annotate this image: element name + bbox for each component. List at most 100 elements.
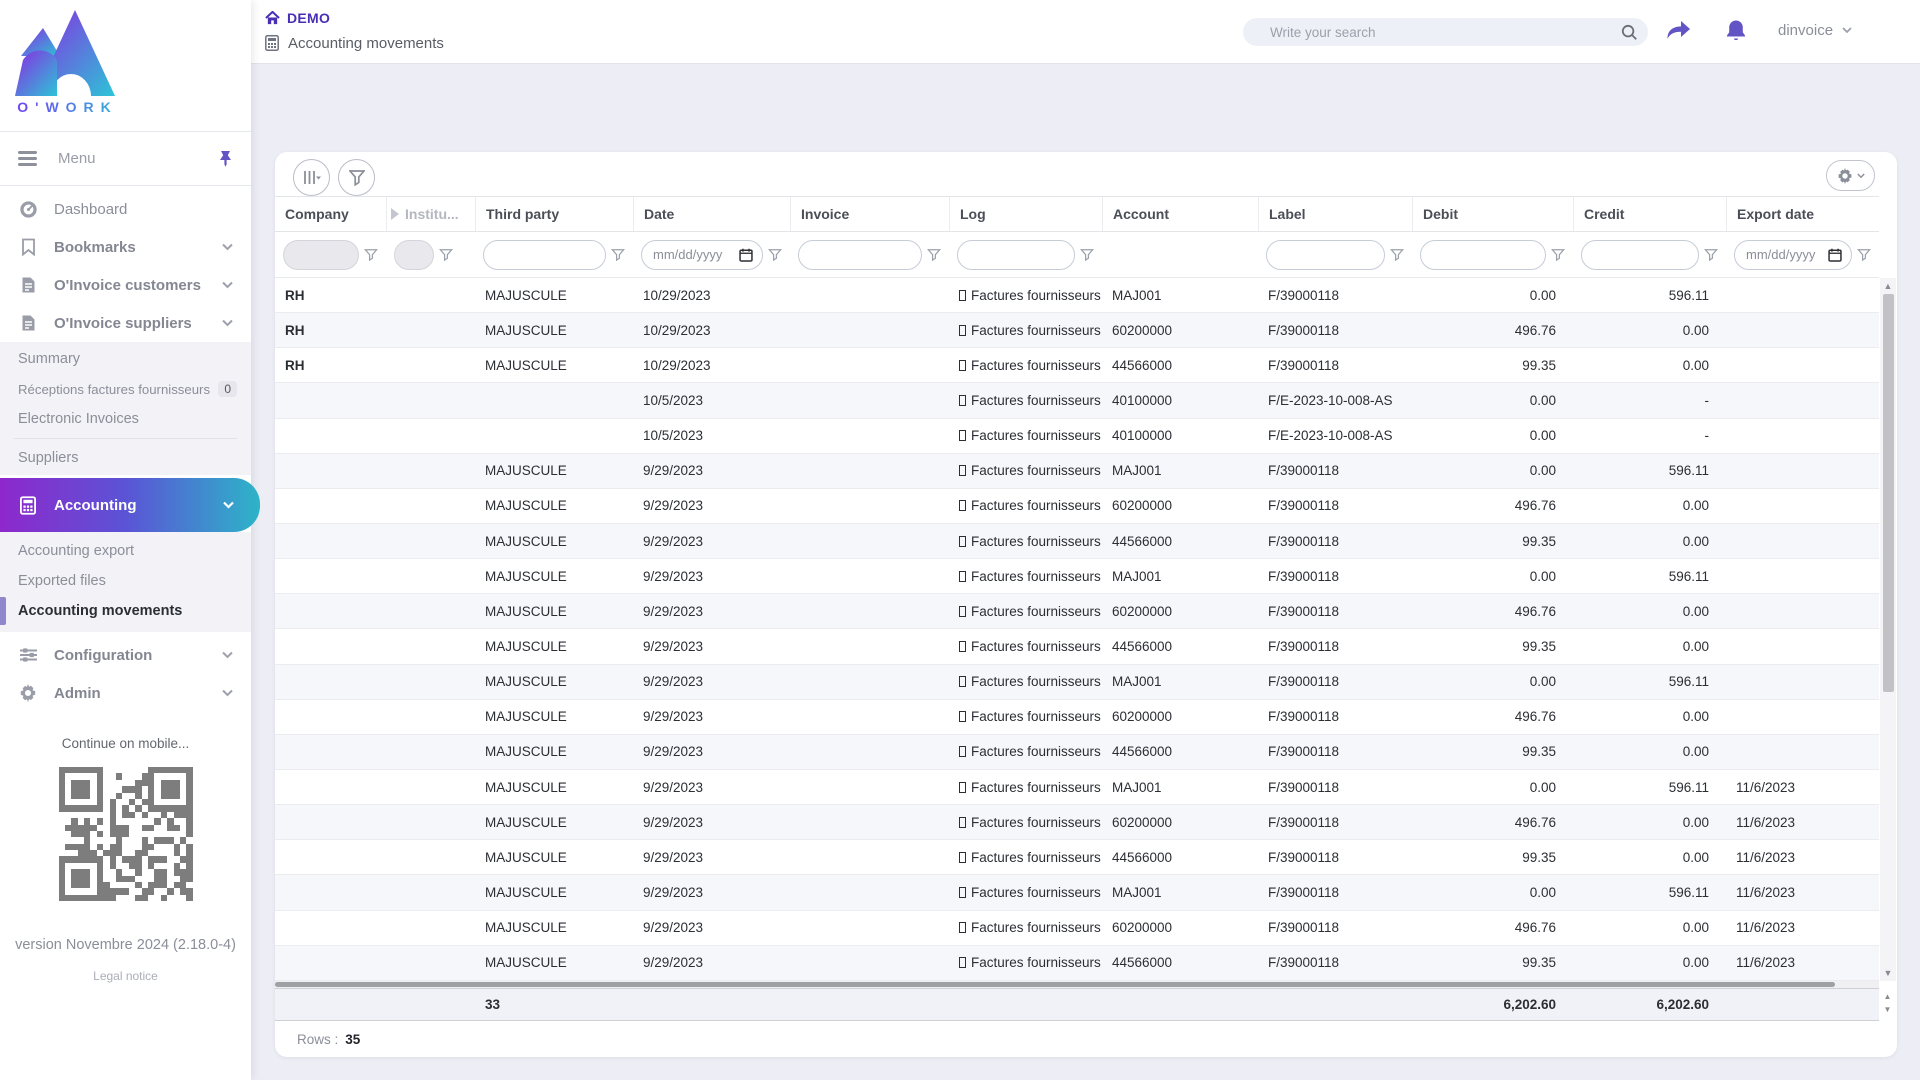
- filter-input-institu: [394, 240, 434, 270]
- missing-glyph-box: [959, 500, 966, 511]
- funnel-filter-icon[interactable]: [364, 248, 380, 262]
- sidebar-item-bookmarks[interactable]: Bookmarks: [0, 228, 251, 266]
- cell-log: Factures fournisseurs: [949, 629, 1102, 663]
- legal-notice-link[interactable]: Legal notice: [0, 969, 251, 983]
- cell-company: RH: [275, 278, 386, 312]
- funnel-filter-icon[interactable]: [611, 248, 627, 262]
- table-row[interactable]: MAJUSCULE9/29/2023Factures fournisseursM…: [275, 770, 1879, 805]
- share-icon[interactable]: [1664, 16, 1694, 46]
- table-row[interactable]: MAJUSCULE9/29/2023Factures fournisseurs6…: [275, 805, 1879, 840]
- vertical-scrollbar[interactable]: ▲ ▼: [1880, 278, 1896, 981]
- table-row[interactable]: MAJUSCULE9/29/2023Factures fournisseursM…: [275, 875, 1879, 910]
- horizontal-scrollbar[interactable]: [275, 981, 1879, 988]
- sidebar-item-admin[interactable]: Admin: [0, 674, 251, 712]
- filter-input-credit[interactable]: [1581, 240, 1699, 270]
- filter-input-log[interactable]: [957, 240, 1075, 270]
- table-row[interactable]: MAJUSCULE9/29/2023Factures fournisseursM…: [275, 559, 1879, 594]
- sidebar-item-oinvoice-customers[interactable]: O'Invoice customers: [0, 266, 251, 304]
- search-icon[interactable]: [1621, 24, 1638, 41]
- table-row[interactable]: MAJUSCULE9/29/2023Factures fournisseurs4…: [275, 946, 1879, 981]
- table-row[interactable]: MAJUSCULE9/29/2023Factures fournisseurs6…: [275, 911, 1879, 946]
- sidebar-item-dashboard[interactable]: Dashboard: [0, 190, 251, 228]
- column-header-date[interactable]: Date: [633, 197, 790, 231]
- funnel-filter-icon[interactable]: [1551, 248, 1567, 262]
- table-row[interactable]: 10/5/2023Factures fournisseurs40100000F/…: [275, 419, 1879, 454]
- page-title: Accounting movements: [288, 35, 444, 52]
- suppliers-submenu: Summary Réceptions factures fournisseurs…: [0, 342, 251, 475]
- sidebar-item-summary[interactable]: Summary: [0, 344, 251, 374]
- sidebar-item-accounting-movements[interactable]: Accounting movements: [0, 596, 251, 626]
- filter-input-label[interactable]: [1266, 240, 1385, 270]
- sidebar-item-exported-files[interactable]: Exported files: [0, 566, 251, 596]
- sidebar-item-receptions[interactable]: Réceptions factures fournisseurs 0: [0, 374, 251, 404]
- sidebar-item-accounting-export[interactable]: Accounting export: [0, 536, 251, 566]
- table-row[interactable]: MAJUSCULE9/29/2023Factures fournisseursM…: [275, 665, 1879, 700]
- cell-date: 9/29/2023: [633, 875, 790, 909]
- funnel-filter-icon[interactable]: [439, 248, 455, 262]
- column-selector-button[interactable]: [293, 159, 330, 196]
- column-header-invoice[interactable]: Invoice: [790, 197, 949, 231]
- table-header-row: CompanyInstitu...Third partyDateInvoiceL…: [275, 196, 1879, 232]
- filter-input-invoice[interactable]: [798, 240, 922, 270]
- funnel-filter-icon[interactable]: [768, 248, 784, 262]
- column-header-log[interactable]: Log: [949, 197, 1102, 231]
- pin-sidebar-icon[interactable]: [218, 150, 233, 167]
- column-header-institu[interactable]: Institu...: [386, 197, 475, 231]
- table-row[interactable]: MAJUSCULE9/29/2023Factures fournisseursM…: [275, 454, 1879, 489]
- cell-company: [275, 383, 386, 417]
- filter-date-input-export-date[interactable]: mm/dd/yyyy: [1734, 240, 1852, 270]
- sidebar-item-accounting-active[interactable]: Accounting: [0, 478, 260, 532]
- column-header-account[interactable]: Account: [1102, 197, 1258, 231]
- column-header-company[interactable]: Company: [275, 197, 386, 231]
- calendar-icon[interactable]: [1828, 248, 1842, 262]
- cell-credit: -: [1573, 419, 1726, 453]
- funnel-filter-icon[interactable]: [1857, 248, 1873, 262]
- sidebar-item-electronic-invoices[interactable]: Electronic Invoices: [0, 404, 251, 434]
- column-header-debit[interactable]: Debit: [1412, 197, 1573, 231]
- table-row[interactable]: RHMAJUSCULE10/29/2023Factures fournisseu…: [275, 348, 1879, 383]
- funnel-filter-icon[interactable]: [1390, 248, 1406, 262]
- menu-toggle[interactable]: Menu: [0, 132, 251, 185]
- table-row[interactable]: MAJUSCULE9/29/2023Factures fournisseurs4…: [275, 840, 1879, 875]
- filter-input-third-party[interactable]: [483, 240, 606, 270]
- sidebar-item-oinvoice-suppliers[interactable]: O'Invoice suppliers: [0, 304, 251, 342]
- bell-icon[interactable]: [1721, 16, 1751, 46]
- scroll-up-arrow[interactable]: ▲: [1880, 280, 1896, 292]
- funnel-filter-icon[interactable]: [1704, 248, 1720, 262]
- column-header-export-date[interactable]: Export date: [1726, 197, 1879, 231]
- funnel-filter-icon[interactable]: [1080, 248, 1096, 262]
- table-row[interactable]: RHMAJUSCULE10/29/2023Factures fournisseu…: [275, 278, 1879, 313]
- table-row[interactable]: RHMAJUSCULE10/29/2023Factures fournisseu…: [275, 313, 1879, 348]
- table-row[interactable]: MAJUSCULE9/29/2023Factures fournisseurs4…: [275, 735, 1879, 770]
- filter-input-debit[interactable]: [1420, 240, 1546, 270]
- cell-account: 60200000: [1102, 805, 1258, 839]
- group-expander-icon[interactable]: [391, 208, 399, 220]
- calendar-icon[interactable]: [739, 248, 753, 262]
- search-input[interactable]: [1270, 25, 1621, 40]
- table-row[interactable]: 10/5/2023Factures fournisseurs40100000F/…: [275, 383, 1879, 418]
- table-row[interactable]: MAJUSCULE9/29/2023Factures fournisseurs6…: [275, 489, 1879, 524]
- scrollbar-thumb[interactable]: [1883, 294, 1894, 692]
- table-row[interactable]: MAJUSCULE9/29/2023Factures fournisseurs6…: [275, 594, 1879, 629]
- table-row[interactable]: MAJUSCULE9/29/2023Factures fournisseurs6…: [275, 700, 1879, 735]
- sidebar-item-configuration[interactable]: Configuration: [0, 636, 251, 674]
- user-menu[interactable]: dinvoice: [1778, 22, 1852, 39]
- rows-label: Rows :: [297, 1032, 338, 1047]
- cell-institu: [386, 700, 475, 734]
- table-row[interactable]: MAJUSCULE9/29/2023Factures fournisseurs4…: [275, 524, 1879, 559]
- column-header-label[interactable]: Label: [1258, 197, 1412, 231]
- table-row[interactable]: MAJUSCULE9/29/2023Factures fournisseurs4…: [275, 629, 1879, 664]
- table-settings-button[interactable]: [1826, 160, 1875, 191]
- cell-credit: 0.00: [1573, 524, 1726, 558]
- totals-mini-scrollbar[interactable]: ▲▼: [1880, 990, 1895, 1019]
- filter-button[interactable]: [338, 159, 375, 196]
- app-logo[interactable]: O'WORK: [0, 0, 251, 131]
- table-footer: Rows : 35: [275, 1022, 1897, 1057]
- breadcrumb-root[interactable]: DEMO: [287, 10, 330, 26]
- filter-date-input-date[interactable]: mm/dd/yyyy: [641, 240, 763, 270]
- funnel-filter-icon[interactable]: [927, 248, 943, 262]
- column-header-credit[interactable]: Credit: [1573, 197, 1726, 231]
- column-header-third-party[interactable]: Third party: [475, 197, 633, 231]
- scroll-down-arrow[interactable]: ▼: [1880, 967, 1896, 979]
- sidebar-item-suppliers[interactable]: Suppliers: [0, 443, 251, 473]
